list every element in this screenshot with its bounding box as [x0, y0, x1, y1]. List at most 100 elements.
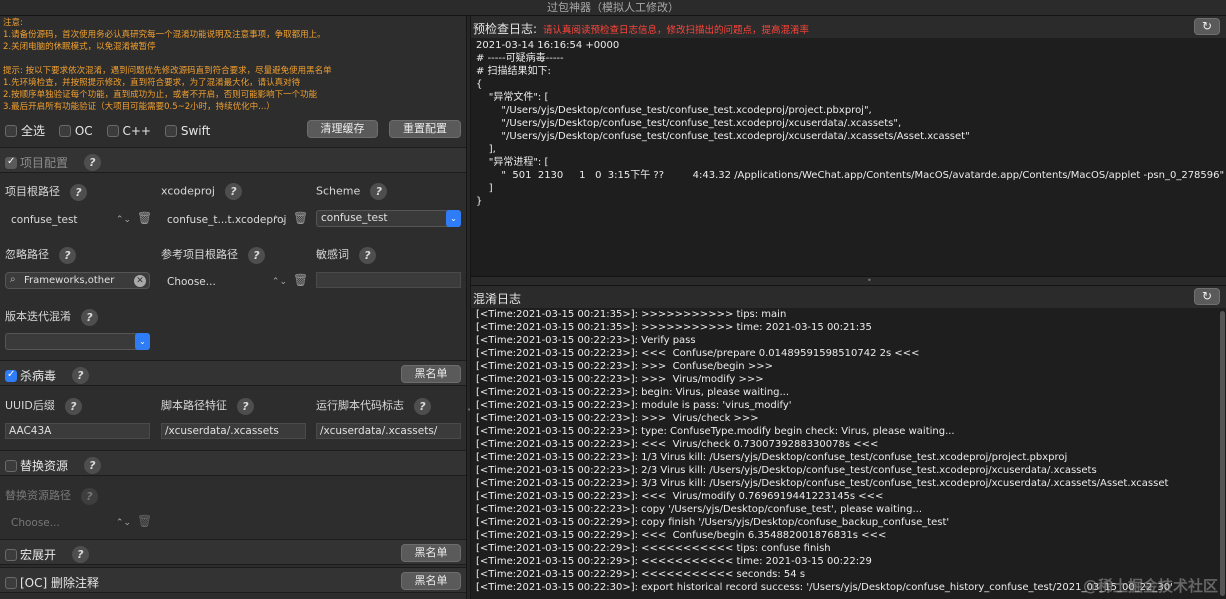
clear-cache-button[interactable]: 清理缓存 — [307, 120, 378, 138]
horizontal-splitter[interactable]: • — [471, 276, 1226, 286]
updown-icon: ⌃⌄ — [271, 277, 287, 287]
reset-config-button[interactable]: 重置配置 — [389, 120, 461, 138]
help-icon[interactable]: ? — [370, 183, 388, 200]
log-line: [<Time:2021-03-15 00:22:23>]: >>> Virus/… — [476, 413, 759, 424]
scheme-select[interactable]: confuse_test ⌄ — [316, 210, 461, 227]
log-line: # 扫描结果如下: — [476, 66, 551, 77]
help-icon[interactable]: ? — [83, 154, 101, 171]
log-line: [<Time:2021-03-15 00:22:23>]: 1/3 Virus … — [476, 452, 1068, 463]
replace-resources-path-label: 替换资源路径 — [5, 489, 71, 502]
note-line: 1.请备份源码，首次使用务必认真研究每一个混淆功能说明及注意事项，争取都用上。 — [3, 30, 326, 40]
ignore-path-search[interactable]: ⌕ Frameworks,other ✕ — [5, 272, 150, 289]
log-line: [<Time:2021-03-15 00:22:23>]: >>> Virus/… — [476, 374, 764, 385]
cpp-checkbox[interactable]: C++ — [106, 123, 151, 138]
project-root-popup[interactable]: confuse_test ⌃⌄ — [11, 212, 131, 228]
script-path-input[interactable]: /xcuserdata/.xcassets — [161, 423, 306, 439]
trash-icon[interactable]: 🗑 — [137, 211, 152, 225]
replace-resources-popup[interactable]: Choose... ⌃⌄ — [11, 515, 131, 531]
project-config-section: 项目配置 ? — [0, 147, 466, 173]
macro-blacklist-button[interactable]: 黑名单 — [401, 544, 461, 562]
log-line: [<Time:2021-03-15 00:22:23>]: 3/3 Virus … — [476, 478, 1169, 489]
macro-expand-section: 宏展开 ? — [0, 539, 466, 565]
run-script-flag-label: 运行脚本代码标志 — [316, 399, 404, 412]
confuse-log-scrollbar[interactable] — [1218, 308, 1226, 599]
log-line: ] — [476, 183, 493, 194]
log-line: [<Time:2021-03-15 00:22:23>]: module is … — [476, 400, 792, 411]
version-confuse-label: 版本迭代混淆 — [5, 310, 71, 323]
log-line: [<Time:2021-03-15 00:22:23>]: type: Conf… — [476, 426, 955, 437]
log-line: [<Time:2021-03-15 00:22:23>]: >>> Confus… — [476, 361, 773, 372]
remove-comments-checkbox[interactable] — [5, 576, 17, 589]
help-icon[interactable]: ? — [64, 397, 82, 415]
clear-icon[interactable]: ✕ — [134, 275, 146, 287]
macro-expand-checkbox[interactable] — [5, 548, 17, 561]
help-icon[interactable]: ? — [59, 246, 76, 264]
help-icon[interactable]: ? — [237, 397, 254, 415]
help-icon[interactable]: ? — [70, 183, 87, 201]
macro-expand-title: 宏展开 — [20, 548, 57, 562]
trash-icon[interactable]: 🗑 — [137, 514, 152, 528]
log-line: [<Time:2021-03-15 00:22:23>]: begin: Vir… — [476, 387, 790, 398]
log-line: [<Time:2021-03-15 00:22:23>]: copy '/Use… — [476, 504, 923, 515]
help-icon[interactable]: ? — [81, 487, 98, 505]
help-icon[interactable]: ? — [359, 246, 376, 264]
help-icon[interactable]: ? — [81, 308, 98, 326]
project-config-checkbox[interactable] — [5, 156, 17, 169]
refresh-icon: ↻ — [1201, 19, 1213, 33]
log-panel: 预检查日志: 请认真阅读预检查日志信息，修改扫描出的问题点，提高混淆率 ↻ 202… — [471, 16, 1226, 599]
chevron-down-icon: ⌄ — [135, 333, 150, 350]
reference-root-label: 参考项目根路径 — [161, 248, 238, 261]
log-line: "/Users/yjs/Desktop/confuse_test/confuse… — [476, 105, 872, 116]
refresh-precheck-button[interactable]: ↻ — [1194, 18, 1220, 35]
updown-icon: ⌃⌄ — [271, 215, 287, 225]
antivirus-checkbox[interactable] — [5, 369, 17, 382]
reference-root-popup[interactable]: Choose... ⌃⌄ — [167, 274, 287, 290]
log-line: "异常文件": [ — [476, 92, 549, 103]
help-icon[interactable]: ? — [248, 246, 265, 264]
updown-icon: ⌃⌄ — [115, 215, 131, 225]
uuid-suffix-input[interactable]: AAC43A — [5, 423, 150, 439]
refresh-confuse-log-button[interactable]: ↻ — [1194, 288, 1220, 305]
confuse-log-header: 混淆日志 ↻ — [471, 286, 1226, 308]
xcodeproj-popup[interactable]: confuse_t...t.xcodeproj ⌃⌄ — [167, 212, 287, 228]
trash-icon[interactable]: 🗑 — [293, 273, 308, 287]
help-icon[interactable]: ? — [71, 367, 89, 384]
notes-block: 注意: 1.请备份源码，首次使用务必认真研究每一个混淆功能说明及注意事项，争取都… — [3, 17, 461, 113]
help-icon[interactable]: ? — [83, 457, 101, 474]
language-row: 全选 OC C++ Swift — [5, 122, 220, 139]
help-icon[interactable]: ? — [71, 546, 89, 563]
log-line: "/Users/yjs/Desktop/confuse_test/confuse… — [476, 118, 902, 129]
log-line: [<Time:2021-03-15 00:22:23>]: <<< Virus/… — [476, 491, 884, 502]
note-line: 注意: — [3, 18, 23, 28]
log-line: [<Time:2021-03-15 00:22:23>]: 2/3 Virus … — [476, 465, 1097, 476]
scheme-label: Scheme — [316, 184, 361, 198]
remove-comments-title: [OC] 删除注释 — [20, 576, 100, 590]
confuse-log[interactable]: [<Time:2021-03-15 00:21:35>]: >>>>>>>>>>… — [471, 308, 1218, 599]
antivirus-blacklist-button[interactable]: 黑名单 — [401, 365, 461, 383]
help-icon[interactable]: ? — [414, 397, 431, 415]
precheck-header: 预检查日志: 请认真阅读预检查日志信息，修改扫描出的问题点，提高混淆率 ↻ — [471, 16, 1226, 38]
log-line: # -----可疑病毒----- — [476, 53, 564, 64]
note-line: 3.最后开启所有功能验证（大项目可能需要0.5~2小时，持续优化中...） — [3, 102, 275, 112]
log-line: ], — [476, 144, 496, 155]
trash-icon[interactable]: 🗑 — [293, 211, 308, 225]
log-line: [<Time:2021-03-15 00:21:35>]: >>>>>>>>>>… — [476, 322, 872, 333]
note-line: 2.关闭电脑的休眠模式，以免混淆被暂停 — [3, 42, 156, 52]
sensitive-words-input[interactable] — [316, 272, 461, 288]
precheck-warning: 请认真阅读预检查日志信息，修改扫描出的问题点，提高混淆率 — [543, 25, 810, 36]
window-title: 过包神器（模拟人工修改） — [547, 1, 679, 14]
replace-resources-checkbox[interactable] — [5, 459, 17, 472]
note-line: 提示: 按以下要求依次混淆，遇到问题优先修改源码直到符合要求，尽量避免使用黑名单 — [3, 66, 332, 76]
log-line: [<Time:2021-03-15 00:22:23>]: Verify pas… — [476, 335, 696, 346]
precheck-log[interactable]: 2021-03-14 16:16:54 +0000 # -----可疑病毒---… — [471, 38, 1226, 276]
swift-checkbox[interactable]: Swift — [164, 123, 210, 138]
oc-checkbox[interactable]: OC — [58, 123, 93, 138]
version-confuse-select[interactable]: ⌄ — [5, 333, 150, 350]
watermark: @稀土掘金技术社区 — [1082, 577, 1218, 595]
log-line: [<Time:2021-03-15 00:22:23>]: <<< Confus… — [476, 348, 920, 359]
select-all-checkbox[interactable]: 全选 — [5, 123, 45, 138]
script-path-label: 脚本路径特征 — [161, 399, 227, 412]
remove-comments-blacklist-button[interactable]: 黑名单 — [401, 572, 461, 590]
help-icon[interactable]: ? — [224, 183, 242, 200]
run-script-flag-input[interactable]: /xcuserdata/.xcassets/ — [316, 423, 461, 439]
